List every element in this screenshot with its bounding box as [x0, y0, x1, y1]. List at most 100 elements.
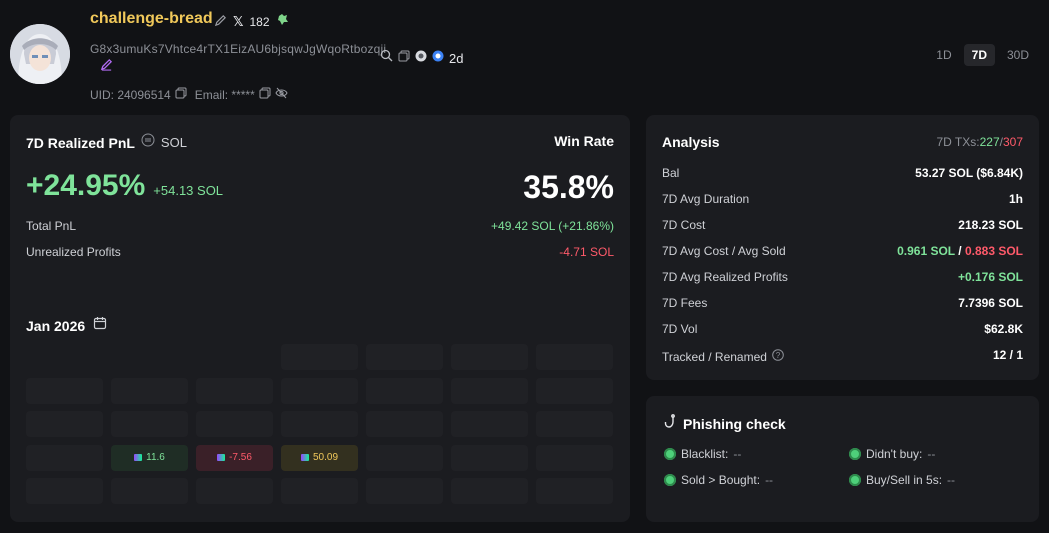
calendar-day-cell[interactable] — [281, 478, 358, 504]
svg-text:?: ? — [776, 351, 781, 360]
copy-icon[interactable] — [398, 49, 410, 67]
calendar-day-cell[interactable]: 11.6 — [111, 444, 188, 471]
calendar-day-value: 50.09 — [312, 452, 339, 463]
total-pnl-label: Total PnL — [26, 219, 77, 233]
calendar-day-value: -7.56 — [229, 452, 252, 463]
copy-uid-icon[interactable] — [175, 87, 187, 102]
sold-bought-value: -- — [765, 473, 774, 487]
avatar — [10, 24, 70, 84]
status-dot-icon — [664, 448, 676, 460]
avg-realized-value: +0.176 SOL — [957, 270, 1023, 284]
currency-label[interactable]: SOL — [161, 135, 187, 150]
wallet-age: 2d — [449, 50, 464, 66]
analysis-panel: Analysis 7D TXs:227 / 307 Bal 53.27 SOL ($… — [646, 115, 1039, 380]
wallet-address: G8x3umuKs7Vhtce4rTX1EizAU6bjsqwJgWqoRtbo… — [90, 42, 387, 56]
calendar-day-cell[interactable] — [366, 478, 443, 504]
avg-sold-value: 0.883 SOL — [964, 244, 1023, 258]
age-clock-icon — [432, 49, 444, 67]
tracked-label: Tracked / Renamed — [662, 350, 767, 364]
unrealized-label: Unrealized Profits — [26, 245, 121, 259]
calendar-day-cell[interactable] — [196, 478, 273, 504]
calendar-icon[interactable] — [93, 316, 107, 335]
avg-cost-label: 7D Avg Cost / Avg Sold — [662, 244, 786, 258]
solana-icon — [217, 454, 226, 461]
avg-cost-value: 0.961 SOL — [897, 244, 955, 258]
pnl-panel: 7D Realized PnL SOL Win Rate +24.95% +54… — [10, 115, 630, 522]
currency-toggle-icon[interactable] — [141, 133, 155, 152]
calendar-day-cell[interactable] — [366, 344, 443, 370]
search-icon[interactable] — [380, 49, 393, 67]
uid-text: UID: 24096514 — [90, 87, 171, 102]
eye-off-icon[interactable] — [275, 87, 288, 102]
fees-label: 7D Fees — [662, 296, 708, 310]
vol-label: 7D Vol — [662, 322, 698, 336]
calendar-day-cell[interactable] — [366, 411, 443, 437]
calendar-day-cell[interactable] — [196, 411, 273, 437]
tracked-value: 12 / 1 — [992, 348, 1023, 362]
pnl-title: 7D Realized PnL — [26, 134, 135, 151]
calendar-day-cell[interactable] — [26, 478, 103, 504]
range-tabs: 1D 7D 30D — [928, 44, 1037, 66]
vol-value: $62.8K — [984, 322, 1023, 336]
cost-label: 7D Cost — [662, 218, 706, 232]
rename-icon[interactable] — [100, 58, 113, 76]
email-text: Email: ***** — [194, 87, 255, 102]
calendar-day-cell[interactable] — [536, 478, 613, 504]
calendar-day-cell[interactable] — [281, 344, 358, 370]
calendar-day-cell[interactable]: 50.09 — [281, 444, 358, 471]
bal-value: 53.27 SOL ($6.84K) — [915, 166, 1023, 180]
calendar-day-cell[interactable]: -7.56 — [196, 444, 273, 471]
cost-value: 218.23 SOL — [958, 218, 1023, 232]
calendar-day-cell[interactable] — [366, 444, 443, 471]
calendar-day-cell[interactable] — [536, 444, 613, 471]
calendar-month: Jan 2026 — [26, 317, 86, 334]
help-icon[interactable]: ? — [772, 348, 784, 366]
pnl-sol: +54.13 SOL — [153, 183, 224, 198]
calendar-day-cell[interactable] — [451, 377, 528, 404]
x-twitter-icon[interactable]: 𝕏 — [233, 14, 243, 30]
blacklist-label: Blacklist: — [681, 447, 729, 461]
fees-value: 7.7396 SOL — [958, 296, 1023, 310]
copy-email-icon[interactable] — [259, 87, 271, 102]
edit-icon[interactable] — [214, 14, 227, 30]
calendar-day-cell[interactable] — [536, 411, 613, 437]
calendar-day-cell[interactable] — [451, 478, 528, 504]
twitter-count: 182 — [249, 14, 270, 29]
solana-icon — [300, 454, 309, 461]
calendar-day-cell[interactable] — [26, 444, 103, 471]
calendar-grid: 11.6 -7.56 50.09 — [26, 344, 616, 512]
calendar-day-cell[interactable] — [536, 344, 613, 370]
win-rate-label: Win Rate — [554, 133, 614, 149]
calendar-day-cell[interactable] — [536, 377, 613, 404]
bal-label: Bal — [662, 166, 680, 180]
calendar-day-cell[interactable] — [26, 377, 103, 404]
calendar-day-cell[interactable] — [26, 411, 103, 437]
calendar-day-cell[interactable] — [366, 377, 443, 404]
avg-cost-sep: / — [958, 244, 962, 258]
win-rate-value: 35.8% — [523, 169, 614, 205]
tab-30d[interactable]: 30D — [999, 44, 1037, 66]
txs-label: 7D TXs: — [936, 135, 980, 149]
calendar-day-cell[interactable] — [111, 377, 188, 404]
calendar-day-cell[interactable] — [281, 377, 358, 404]
status-dot-icon — [849, 474, 861, 486]
status-dot-icon — [664, 474, 676, 486]
status-dot-icon — [849, 448, 861, 460]
calendar-day-cell[interactable] — [281, 411, 358, 437]
txs-buy: 227 — [979, 135, 1000, 149]
calendar-day-cell[interactable] — [451, 344, 528, 370]
calendar-day-cell[interactable] — [451, 444, 528, 471]
calendar-day-cell[interactable] — [111, 478, 188, 504]
calendar-day-cell[interactable] — [111, 411, 188, 437]
solana-icon — [134, 454, 143, 461]
blacklist-value: -- — [733, 447, 742, 461]
calendar-day-cell[interactable] — [451, 411, 528, 437]
sold-bought-label: Sold > Bought: — [681, 473, 761, 487]
tab-1d[interactable]: 1D — [928, 44, 959, 66]
tab-7d[interactable]: 7D — [963, 44, 995, 66]
calendar-day-cell[interactable] — [196, 377, 273, 404]
total-pnl-value: +49.42 SOL (+21.86%) — [491, 219, 614, 233]
explorer-icon[interactable] — [415, 49, 427, 67]
wallet-name: challenge-bread — [90, 10, 213, 27]
hook-icon — [664, 414, 677, 433]
